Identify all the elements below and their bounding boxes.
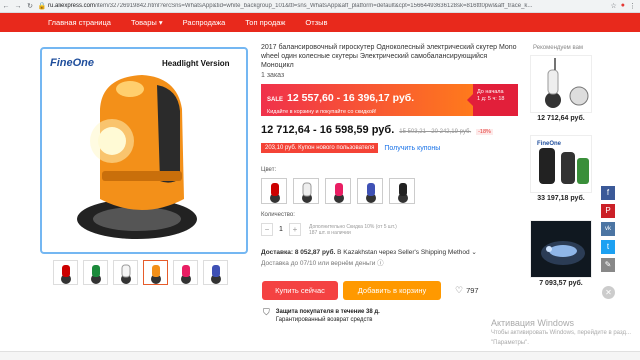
- heart-icon: ♡: [455, 285, 464, 295]
- page-bottom-strip: [0, 351, 640, 360]
- facebook-icon[interactable]: f: [601, 186, 615, 200]
- wishlist-button[interactable]: ♡ 797: [455, 285, 479, 296]
- back-icon[interactable]: ←: [0, 3, 12, 10]
- quantity-label: Количество:: [261, 212, 295, 218]
- nav-top-sales[interactable]: Топ продаж: [235, 18, 295, 27]
- edit-icon[interactable]: ✎: [601, 258, 615, 272]
- delivery-label: Доставка:: [261, 249, 294, 256]
- thumbnail-2[interactable]: [83, 260, 108, 285]
- stock-note: 187 шт. в наличии: [309, 229, 351, 236]
- menu-icon[interactable]: ⋮: [629, 2, 636, 10]
- windows-activation-watermark: Активация Windows Чтобы активировать Win…: [491, 318, 640, 348]
- url-field[interactable]: ru.aliexpress.com/item/32726919842.html?…: [48, 3, 610, 9]
- lock-icon: 🔒: [37, 3, 47, 10]
- recommend-price-3: 7 093,57 руб.: [539, 280, 583, 287]
- recommend-price-1: 12 712,64 руб.: [537, 115, 585, 122]
- recommend-item-3[interactable]: 7 093,57 руб.: [530, 220, 592, 287]
- delivery-price: 8 052,87 руб.: [294, 249, 336, 256]
- timer-label: До начала: [477, 89, 504, 95]
- sale-timer: До начала 1 д: 5 ч: 18: [467, 84, 518, 116]
- protection-title: Защита покупателя в течение 38 д.: [275, 309, 380, 315]
- price-row: 12 712,64 - 16 598,59 руб. 15 503,21 - 2…: [261, 124, 493, 136]
- nav-home[interactable]: Главная страница: [0, 18, 121, 27]
- sale-subtitle: Кидайте в корзину и покупайте со скидкой…: [267, 109, 377, 115]
- recommend-title: Рекомендуем вам: [533, 45, 584, 51]
- buyer-protection: ⛉ Защита покупателя в течение 38 д. Гара…: [263, 308, 380, 324]
- color-options: [261, 178, 415, 204]
- quantity-stepper: − 1 + Дополнительно Скидка 10% (от 5 шт.…: [261, 223, 397, 236]
- new-user-coupon[interactable]: 203,10 руб. Купон нового пользователя: [261, 143, 379, 153]
- star-icon[interactable]: ☆: [610, 2, 616, 10]
- color-label: Цвет:: [261, 167, 277, 173]
- protection-subtitle: Гарантированный возврат средств: [275, 317, 373, 323]
- delivery-date: Доставка до 07/10 или вернём деньги ⓘ: [261, 260, 384, 267]
- delivery-method[interactable]: В Kazakhstan через Seller's Shipping Met…: [337, 249, 477, 256]
- color-option-black[interactable]: [389, 178, 415, 204]
- sale-banner: SALE 12 557,60 - 16 396,17 руб. Кидайте в…: [261, 84, 518, 116]
- old-price: 15 503,21 - 20 242,19 руб.: [399, 129, 472, 135]
- color-option-blue[interactable]: [357, 178, 383, 204]
- color-option-pink[interactable]: [325, 178, 351, 204]
- extension-icon[interactable]: ●: [621, 2, 625, 10]
- quantity-increase-button[interactable]: +: [289, 223, 301, 236]
- twitter-icon[interactable]: t: [601, 240, 615, 254]
- thumbnail-4[interactable]: [143, 260, 168, 285]
- bulk-discount-note: Дополнительно Скидка 10% (от 5 шт.): [309, 223, 397, 230]
- thumbnail-strip: [53, 260, 228, 285]
- chevron-down-icon: ▾: [158, 18, 163, 27]
- nav-products[interactable]: Товары ▾: [121, 18, 173, 27]
- nav-sale[interactable]: Распродажа: [173, 18, 236, 27]
- orders-count: 1 заказ: [261, 72, 285, 79]
- quantity-input[interactable]: 1: [275, 226, 287, 233]
- color-option-red[interactable]: [261, 178, 287, 204]
- color-option-white[interactable]: [293, 178, 319, 204]
- forward-icon[interactable]: →: [12, 3, 24, 10]
- quantity-decrease-button[interactable]: −: [261, 223, 273, 236]
- sale-tag: SALE: [267, 97, 284, 103]
- coupon-row: 203,10 руб. Купон нового пользователя По…: [261, 143, 440, 153]
- thumbnail-5[interactable]: [173, 260, 198, 285]
- get-coupons-link[interactable]: Получить купоны: [384, 145, 440, 152]
- vk-icon[interactable]: vk: [601, 222, 615, 236]
- product-title: 2017 балансировочный гироскутер Одноколе…: [261, 44, 517, 69]
- thumbnail-6[interactable]: [203, 260, 228, 285]
- delivery-info: Доставка: 8 052,87 руб. В Kazakhstan чер…: [261, 247, 477, 269]
- pinterest-icon[interactable]: P: [601, 204, 615, 218]
- discount-badge: -18%: [476, 129, 493, 135]
- nav-products-label: Товары: [130, 18, 157, 27]
- timer-value: 1 д: 5 ч: 18: [477, 96, 505, 102]
- recommend-item-1[interactable]: 12 712,64 руб.: [530, 55, 592, 122]
- recommend-price-2: 33 197,18 руб.: [537, 195, 585, 202]
- thumbnail-1[interactable]: [53, 260, 78, 285]
- close-icon[interactable]: ✕: [602, 286, 615, 299]
- add-to-cart-button[interactable]: Добавить в корзину: [343, 281, 441, 300]
- shield-icon: ⛉: [263, 307, 270, 317]
- reload-icon[interactable]: ↻: [24, 2, 36, 10]
- unicycle-image: FineOne Headlight Version: [50, 57, 230, 239]
- watermark-title: Активация Windows: [491, 318, 574, 328]
- svg-text:FineOne: FineOne: [537, 141, 562, 147]
- nav-reviews[interactable]: Отзыв: [295, 18, 337, 27]
- product-main-image[interactable]: FineOne Headlight Version: [40, 47, 248, 254]
- thumbnail-3[interactable]: [113, 260, 138, 285]
- site-nav: Главная страница Товары ▾ Распродажа Топ…: [0, 13, 640, 32]
- wishlist-count: 797: [466, 286, 479, 295]
- watermark-subtitle: Чтобы активировать Windows, перейдите в …: [491, 330, 632, 346]
- recommend-image-3: [530, 220, 592, 278]
- url-domain: ru.aliexpress.com: [48, 3, 96, 9]
- quantity-note: Дополнительно Скидка 10% (от 5 шт.) 187 …: [309, 224, 397, 236]
- recommend-image-1: [530, 55, 592, 113]
- brand-logo: FineOne: [50, 57, 94, 69]
- url-path: /item/32726919842.html?ercSns=WhatsApp&t…: [95, 3, 533, 9]
- browser-address-bar: ← → ↻ 🔒 ru.aliexpress.com/item/327269198…: [0, 0, 640, 13]
- buy-now-button[interactable]: Купить сейчас: [262, 281, 338, 300]
- sale-price: 12 557,60 - 16 396,17 руб.: [287, 92, 415, 104]
- recommend-item-2[interactable]: FineOne 33 197,18 руб.: [530, 135, 592, 202]
- recommend-image-2: FineOne: [530, 135, 592, 193]
- image-caption: Headlight Version: [162, 59, 230, 68]
- current-price: 12 712,64 - 16 598,59 руб.: [261, 124, 395, 136]
